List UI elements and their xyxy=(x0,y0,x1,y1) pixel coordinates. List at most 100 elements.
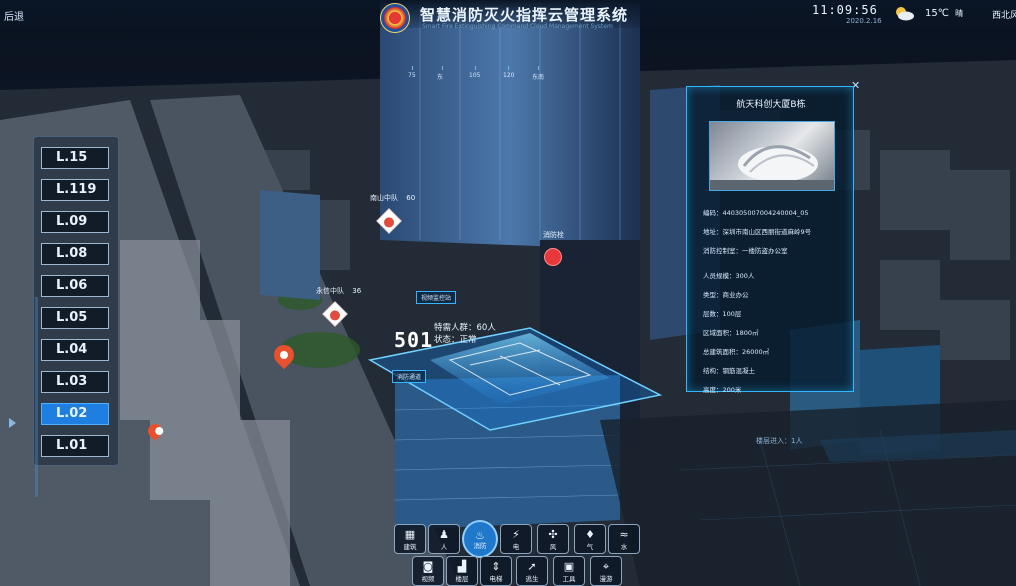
station-count: 60 xyxy=(406,194,416,202)
monitor-station-tag[interactable]: 视频监控站 xyxy=(416,291,457,304)
clock-time: 11:09:56 xyxy=(812,3,878,17)
tool-electric-button[interactable]: ⚡ 电 xyxy=(500,524,532,554)
floor-button[interactable]: L.09 xyxy=(41,211,109,233)
tool-tools-button[interactable]: ▣ 工具 xyxy=(553,556,585,586)
water-icon: ≈ xyxy=(619,528,629,541)
toolbox-icon: ▣ xyxy=(563,560,575,573)
tool-escape-button[interactable]: ➚ 逃生 xyxy=(516,556,548,586)
building-icon: ▦ xyxy=(404,528,416,541)
app-title: 智慧消防灭火指挥云管理系统 xyxy=(420,6,629,24)
station-count: 36 xyxy=(352,287,362,295)
floor-button[interactable]: L.04 xyxy=(41,339,109,361)
person-icon: ♟ xyxy=(439,528,449,541)
compass-tick: 120 xyxy=(503,72,515,79)
detail-total-area: 总建筑面积：26000㎡ xyxy=(703,348,770,356)
app-subtitle: Smart Fire Extinguishing Command Cloud M… xyxy=(422,23,613,30)
tool-label: 视频 xyxy=(421,575,435,583)
fire-brigade-emblem xyxy=(380,3,410,33)
compass-tick: 东 xyxy=(437,74,444,81)
partly-cloudy-icon xyxy=(896,7,914,21)
temperature-value: 15℃ xyxy=(925,8,949,19)
exit-run-icon: ➚ xyxy=(527,560,537,573)
tool-label: 楼层 xyxy=(455,575,469,583)
detail-address: 地址：深圳市南山区西丽街道麻岭9号 xyxy=(703,228,812,236)
floor-scroll-track[interactable] xyxy=(35,297,38,497)
floor-button[interactable]: L.01 xyxy=(41,435,109,457)
tool-label: 建筑 xyxy=(403,543,417,551)
tool-fire-button[interactable]: ♨ 消防 xyxy=(462,520,498,558)
floor-button-active[interactable]: L.02 xyxy=(41,403,109,425)
tool-elevator-button[interactable]: ⇕ 电梯 xyxy=(480,556,512,586)
city-3d-scene xyxy=(0,0,1016,586)
floor-button[interactable]: L.15 xyxy=(41,147,109,169)
compass-tick: 东南 xyxy=(532,74,545,81)
tool-video-button[interactable]: ◙ 视频 xyxy=(412,556,444,586)
tool-label: 电梯 xyxy=(489,575,503,583)
tool-label: 电 xyxy=(512,543,520,551)
building-name: 航天科创大厦B栋 xyxy=(736,100,806,110)
detail-code: 编码：440305007004240004_05 xyxy=(703,209,809,217)
hydrant-icon[interactable] xyxy=(544,248,562,266)
tool-label: 风 xyxy=(549,543,557,551)
building-details: 编码：440305007004240004_05 地址：深圳市南山区西丽街道麻岭… xyxy=(703,207,853,403)
compass-tick: 105 xyxy=(469,72,481,79)
wind-direction: 西北风 xyxy=(992,11,1016,21)
tool-label: 人 xyxy=(440,543,448,551)
detail-control-room: 消防控制室：一楼防盗办公室 xyxy=(703,247,788,255)
fire-station-icon xyxy=(330,310,340,321)
clock-date: 2020.2.16 xyxy=(846,17,882,25)
tool-wind-button[interactable]: ✣ 风 xyxy=(537,524,569,554)
detail-structure: 结构：钢筋混凝土 xyxy=(703,367,755,375)
occupancy-info: 特需人群：60人 状态：正常 xyxy=(434,322,496,346)
tool-label: 漫游 xyxy=(599,575,613,583)
compass-strip: 75 东 105 120 东南 xyxy=(398,66,548,86)
electric-icon: ⚡ xyxy=(512,528,520,541)
occupancy-number: 501 xyxy=(394,328,434,352)
collapse-arrow-icon[interactable] xyxy=(9,418,16,428)
floor-button[interactable]: L.06 xyxy=(41,275,109,297)
station-name: 永信中队 xyxy=(316,287,344,295)
tool-label: 工具 xyxy=(562,575,576,583)
tool-person-button[interactable]: ♟ 人 xyxy=(428,524,460,554)
tool-water-button[interactable]: ≈ 水 xyxy=(608,524,640,554)
app-header: 智慧消防灭火指挥云管理系统 Smart Fire Extinguishing C… xyxy=(360,0,660,34)
occupancy-status: 状态：正常 xyxy=(434,335,477,345)
compass-tick: 75 xyxy=(408,72,416,79)
detail-area: 区域面积：1800㎡ xyxy=(703,329,759,337)
building-info-card: 航天科创大厦B栋 编码：440305007004240004_05 地址：深圳市… xyxy=(686,86,854,394)
tool-label: 消防 xyxy=(473,542,487,550)
tool-gas-button[interactable]: ♦ 气 xyxy=(574,524,606,554)
floor-selector: L.15 L.119 L.09 L.08 L.06 L.05 L.04 L.03… xyxy=(33,136,119,497)
station-label-yongan: 永信中队 36 xyxy=(316,286,361,296)
back-button[interactable]: 后退 xyxy=(4,8,24,23)
weather-text: 晴 xyxy=(955,9,964,18)
station-label-nanshan: 南山中队 60 xyxy=(370,193,415,203)
tool-label: 逃生 xyxy=(525,575,539,583)
detail-height: 高度：200米 xyxy=(703,386,742,394)
building-photo xyxy=(709,121,835,191)
gas-flame-icon: ♦ xyxy=(585,528,595,541)
tool-floor-button[interactable]: ▟ 楼层 xyxy=(446,556,478,586)
station-name: 南山中队 xyxy=(370,194,398,202)
floor-button[interactable]: L.08 xyxy=(41,243,109,265)
roam-pin-icon: ⌖ xyxy=(602,560,610,573)
floor-button[interactable]: L.03 xyxy=(41,371,109,393)
floor-button[interactable]: L.119 xyxy=(41,179,109,201)
fire-station-icon xyxy=(384,217,394,228)
camera-icon: ◙ xyxy=(422,560,434,573)
tool-label: 气 xyxy=(586,543,594,551)
detail-occupancy: 人员规模：300人 xyxy=(703,272,755,280)
detail-type: 类型：商业办公 xyxy=(703,291,749,299)
stairs-icon: ▟ xyxy=(457,560,467,573)
floor-button[interactable]: L.05 xyxy=(41,307,109,329)
detail-floors: 层数：100层 xyxy=(703,310,742,318)
hydrant-label: 消防栓 xyxy=(543,231,564,239)
tool-roam-button[interactable]: ⌖ 漫游 xyxy=(590,556,622,586)
occupancy-people: 特需人群：60人 xyxy=(434,323,496,333)
tool-building-button[interactable]: ▦ 建筑 xyxy=(394,524,426,554)
elevator-icon: ⇕ xyxy=(491,560,501,573)
fire-exit-tag[interactable]: 消防通道 xyxy=(392,370,427,383)
fan-icon: ✣ xyxy=(548,528,558,541)
people-count-label: 楼层进入：1人 xyxy=(756,437,803,445)
tool-label: 水 xyxy=(620,543,628,551)
